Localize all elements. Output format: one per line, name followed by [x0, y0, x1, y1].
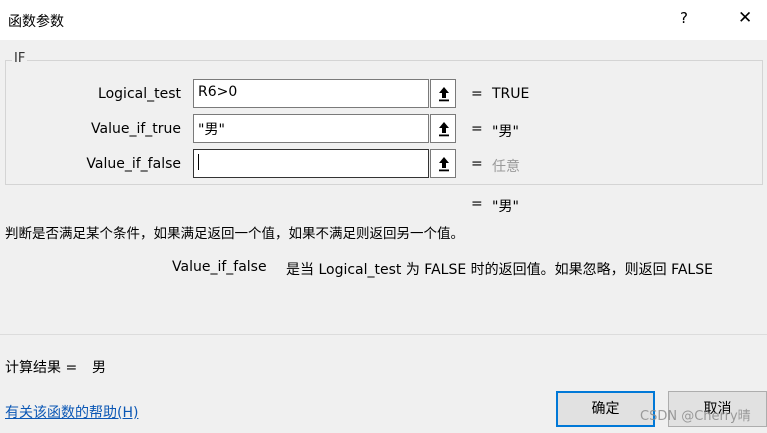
- calc-result-label: 计算结果 =: [5, 360, 78, 376]
- collapse-dialog-icon: [439, 157, 449, 172]
- watermark: CSDN @Cherry晴: [640, 409, 751, 424]
- separator: [0, 334, 767, 335]
- logical-test-value: R6>0: [198, 84, 238, 100]
- function-description: 判断是否满足某个条件，如果满足返回一个值，如果不满足则返回另一个值。: [5, 226, 464, 242]
- param-help-name: Value_if_false: [172, 259, 267, 275]
- value-if-true-equals: =: [471, 121, 483, 137]
- logical-test-input[interactable]: R6>0: [193, 79, 429, 108]
- value-if-false-result: 任意: [492, 159, 520, 175]
- collapse-dialog-icon: [439, 122, 449, 137]
- value-if-false-equals: =: [471, 156, 483, 172]
- value-if-true-ref-button[interactable]: [430, 114, 456, 143]
- value-if-true-input[interactable]: "男": [193, 114, 429, 143]
- help-icon[interactable]: ?: [680, 9, 688, 27]
- formula-result-equals: =: [471, 196, 483, 212]
- collapse-dialog-icon: [439, 87, 449, 102]
- value-if-false-input[interactable]: [193, 149, 429, 178]
- text-caret: [198, 154, 199, 170]
- value-if-true-label: Value_if_true: [91, 121, 181, 137]
- value-if-false-ref-button[interactable]: [430, 149, 456, 178]
- formula-result-value: "男": [492, 199, 519, 215]
- value-if-true-value: "男": [198, 122, 225, 138]
- logical-test-label: Logical_test: [98, 86, 181, 102]
- close-icon[interactable]: ✕: [738, 8, 752, 28]
- function-name-label: IF: [12, 51, 28, 66]
- logical-test-ref-button[interactable]: [430, 79, 456, 108]
- value-if-false-label: Value_if_false: [86, 156, 181, 172]
- title-bar: 函数参数 ? ✕: [0, 0, 767, 40]
- logical-test-result: TRUE: [492, 86, 530, 102]
- logical-test-equals: =: [471, 86, 483, 102]
- param-help-text: 是当 Logical_test 为 FALSE 时的返回值。如果忽略，则返回 F…: [286, 262, 713, 278]
- value-if-true-result: "男": [492, 124, 519, 140]
- dialog-title: 函数参数: [8, 14, 64, 30]
- function-help-link[interactable]: 有关该函数的帮助(H): [5, 402, 138, 422]
- calc-result-value: 男: [92, 360, 106, 376]
